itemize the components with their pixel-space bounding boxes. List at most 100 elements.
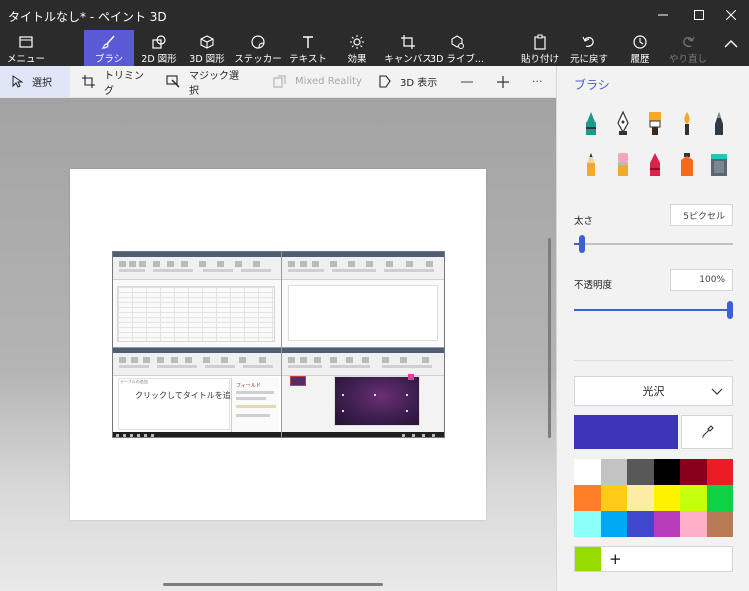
document-page (288, 285, 438, 341)
field-pane-title: フィールド (236, 383, 261, 389)
chevron-down-icon (711, 388, 723, 395)
collapse-ribbon-button[interactable] (718, 30, 744, 66)
stickers-tab[interactable]: ステッカー (234, 30, 282, 66)
mixed-reality-button[interactable]: Mixed Reality (273, 66, 363, 97)
add-color-button[interactable]: + (609, 550, 622, 568)
pencil-icon (587, 153, 595, 176)
paste-button[interactable]: 貼り付け (521, 30, 559, 66)
view-3d-icon (379, 75, 391, 88)
zoom-out-button[interactable] (461, 66, 475, 97)
opacity-input[interactable]: 100% (670, 269, 733, 291)
powerpoint-ribbon (113, 348, 281, 376)
excel-ribbon (113, 252, 281, 280)
select-tool[interactable]: 選択 (0, 66, 70, 97)
crop-icon (82, 75, 95, 88)
ribbon: メニュー ブラシ 2D 図形 3D 図形 ステッカー テキスト 効果 キャンバス… (0, 30, 749, 66)
slide-thumbnail (290, 376, 306, 386)
palette-swatch[interactable] (706, 485, 733, 511)
redo-label: やり直し (668, 54, 707, 65)
crop-tool[interactable]: トリミング (82, 66, 152, 97)
opacity-slider[interactable] (574, 301, 733, 319)
palette-swatch[interactable] (627, 511, 654, 537)
eyedropper-button[interactable] (681, 415, 733, 449)
finish-dropdown[interactable]: 光沢 (574, 376, 733, 406)
palette-swatch[interactable] (680, 485, 707, 511)
spray-can-tool[interactable] (675, 150, 699, 178)
palette-swatch[interactable] (574, 485, 601, 511)
palette-swatch[interactable] (574, 459, 601, 485)
palette-swatch[interactable] (627, 459, 654, 485)
redo-button[interactable]: やり直し (668, 30, 708, 66)
palette-swatch[interactable] (680, 459, 707, 485)
menu-button[interactable]: メニュー (6, 30, 46, 66)
palette-swatch[interactable] (600, 511, 627, 537)
thickness-thumb[interactable] (578, 235, 585, 253)
custom-color-swatch[interactable] (575, 547, 601, 571)
palette-swatch[interactable] (680, 511, 707, 537)
palette-swatch[interactable] (706, 511, 733, 537)
minimize-button[interactable] (645, 0, 681, 30)
marker-tool[interactable] (579, 109, 603, 137)
title-bar: タイトルなし* - ペイント 3D (0, 0, 749, 30)
magic-select-tool[interactable]: マジック選択 (166, 66, 246, 97)
spray-can-icon (681, 153, 693, 176)
brushes-panel: ブラシ 太さ 5ピクセル 不透明度 100% 光沢 + (556, 66, 749, 591)
pink-marker (408, 374, 414, 380)
calligraphy-pen-tool[interactable] (611, 109, 635, 137)
shapes3d-tab[interactable]: 3D 図形 (186, 30, 228, 66)
toolbar: 選択 トリミング マジック選択 Mixed Reality 3D 表示 ··· (0, 66, 556, 98)
canvas-tab[interactable]: キャンバス (384, 30, 432, 66)
pixel-pen-tool[interactable] (707, 109, 731, 137)
history-button[interactable]: 履歴 (620, 30, 660, 66)
current-color-swatch[interactable] (574, 415, 678, 449)
palette-swatch[interactable] (627, 485, 654, 511)
palette-swatch[interactable] (600, 485, 627, 511)
palette-swatch[interactable] (653, 511, 680, 537)
palette-swatch[interactable] (653, 459, 680, 485)
thickness-input[interactable]: 5ピクセル (670, 204, 733, 226)
oil-brush-icon (649, 112, 661, 135)
oil-brush-tool[interactable] (643, 109, 667, 137)
palette-swatch[interactable] (600, 459, 627, 485)
fill-bucket-tool[interactable] (707, 150, 731, 178)
mixed-reality-icon (273, 75, 286, 88)
eraser-tool[interactable] (611, 150, 635, 178)
pasted-screenshot[interactable]: テーブルの追加 クリックしてタイトルを追加 フィールド (112, 251, 445, 438)
thickness-slider[interactable] (574, 235, 733, 253)
library3d-tab[interactable]: 3D ライブ... (430, 30, 484, 66)
maximize-button[interactable] (681, 0, 717, 30)
palette-swatch[interactable] (653, 485, 680, 511)
brushes-tab[interactable]: ブラシ (84, 30, 134, 66)
opacity-thumb[interactable] (727, 301, 733, 319)
maximize-icon (694, 10, 704, 20)
more-button[interactable]: ··· (532, 66, 548, 97)
pencil-tool[interactable] (579, 150, 603, 178)
crop-label: トリミング (104, 70, 144, 97)
close-button[interactable] (713, 0, 749, 30)
eraser-icon (618, 153, 628, 176)
chevron-up-icon (724, 40, 738, 48)
panel-title: ブラシ (574, 78, 610, 92)
undo-icon (582, 36, 594, 47)
zoom-in-button[interactable] (497, 66, 511, 97)
minimize-icon (658, 14, 668, 16)
effects-tab[interactable]: 効果 (338, 30, 376, 66)
horizontal-scrollbar[interactable] (163, 583, 383, 586)
view-3d-button[interactable]: 3D 表示 (378, 66, 448, 97)
embedded-small-text: テーブルの追加 (120, 379, 148, 384)
watercolor-icon (684, 112, 690, 135)
view-3d-label: 3D 表示 (400, 78, 438, 89)
thickness-label: 太さ (574, 216, 594, 227)
undo-button[interactable]: 元に戻す (569, 30, 609, 66)
shapes2d-tab[interactable]: 2D 図形 (138, 30, 180, 66)
crayon-tool[interactable] (643, 150, 667, 178)
vertical-scrollbar[interactable] (548, 238, 551, 438)
text-tab[interactable]: テキスト (288, 30, 328, 66)
slide-canvas (118, 378, 230, 430)
clipboard-icon (534, 34, 546, 50)
word-window-thumb (281, 252, 444, 347)
slideshow-ribbon (282, 348, 444, 376)
palette-swatch[interactable] (706, 459, 733, 485)
watercolor-tool[interactable] (675, 109, 699, 137)
palette-swatch[interactable] (574, 511, 601, 537)
